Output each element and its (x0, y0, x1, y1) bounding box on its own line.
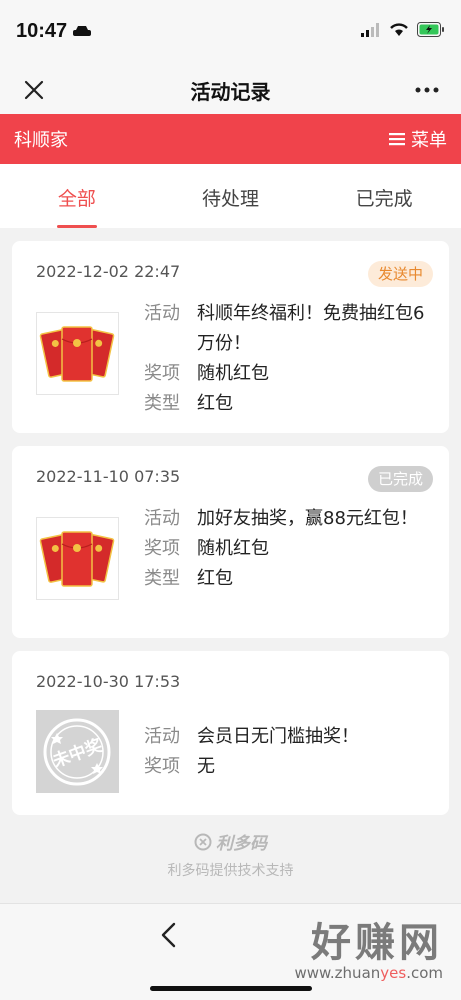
activity-value: 会员日无门槛抽奖！ (197, 726, 359, 747)
page-title: 活动记录 (190, 80, 271, 104)
status-bar: 10:47 (0, 0, 461, 66)
record-date: 2022-12-02 22:47 (36, 262, 181, 281)
record-date: 2022-11-10 07:35 (36, 467, 181, 486)
footer-logo: 利多码 (0, 829, 461, 854)
activity-label: 活动 (144, 303, 180, 324)
menu-label: 菜单 (411, 130, 447, 151)
footer-logo-text: 利多码 (216, 834, 267, 854)
prize-value: 随机红包 (197, 538, 269, 559)
type-value: 红包 (197, 393, 233, 414)
red-envelope-thumbnail (36, 312, 119, 395)
status-time: 10:47 (16, 20, 68, 42)
watermark-url-suffix: .com (406, 964, 443, 982)
lidoma-logo-icon (194, 833, 212, 850)
battery-charging-icon (417, 22, 444, 37)
red-envelope-thumbnail (36, 517, 119, 600)
watermark-title: 好赚网 (311, 920, 443, 966)
brand-bar: 科顺家 菜单 (0, 114, 461, 164)
no-prize-stamp-icon: 未中奖 (43, 718, 111, 786)
type-value: 红包 (197, 568, 233, 589)
type-label: 类型 (144, 393, 180, 414)
record-date: 2022-10-30 17:53 (36, 672, 181, 691)
activity-label: 活动 (144, 726, 180, 747)
tab-bar: 全部 待处理 已完成 (0, 164, 461, 228)
cellular-signal-icon (361, 22, 379, 37)
red-envelope-icon (39, 326, 115, 382)
activity-value: 科顺年终福利！免费抽红包6万份！ (197, 303, 425, 354)
wifi-icon (390, 23, 408, 36)
car-icon (73, 26, 91, 36)
red-envelope-icon (39, 531, 115, 587)
no-prize-thumbnail: 未中奖 (36, 710, 119, 793)
record-list: 2022-12-02 22:47 发送中 活动 科顺年终福利！免费抽红包6万份！ … (0, 228, 461, 815)
footer-support-text: 利多码提供技术支持 (167, 863, 294, 879)
record-info: 活动 科顺年终福利！免费抽红包6万份！ 奖项 随机红包 类型 红包 (144, 299, 431, 419)
prize-label: 奖项 (144, 538, 180, 559)
footer-attribution: 利多码 利多码提供技术支持 (0, 829, 461, 880)
watermark-url-accent: yes (380, 964, 407, 982)
menu-button[interactable]: 菜单 (389, 126, 447, 152)
brand-name: 科顺家 (14, 130, 68, 151)
status-badge: 已完成 (367, 466, 433, 492)
tab-all[interactable]: 全部 (0, 164, 154, 228)
home-indicator[interactable] (150, 986, 312, 991)
record-card[interactable]: 2022-12-02 22:47 发送中 活动 科顺年终福利！免费抽红包6万份！ … (12, 241, 449, 433)
watermark-url: www.zhuanyes.com (294, 964, 443, 982)
record-card[interactable]: 2022-10-30 17:53 未中奖 活动 会员日无门槛抽奖！ 奖项无 (12, 651, 449, 815)
status-badge: 发送中 (367, 261, 433, 287)
watermark-url-prefix: www.zhuan (294, 964, 381, 982)
record-info: 活动 加好友抽奖，赢88元红包！ 奖项 随机红包 类型 红包 (144, 504, 431, 594)
prize-label: 奖项 (144, 756, 180, 777)
activity-value: 加好友抽奖，赢88元红包！ (197, 508, 418, 529)
tab-completed[interactable]: 已完成 (307, 164, 461, 228)
prize-label: 奖项 (144, 363, 180, 384)
type-label: 类型 (144, 568, 180, 589)
tab-pending[interactable]: 待处理 (154, 164, 308, 228)
menu-icon (389, 133, 405, 146)
nav-bar: 活动记录 (0, 66, 461, 114)
record-info: 活动 会员日无门槛抽奖！ 奖项无 (144, 722, 431, 782)
watermark: 好赚网 www.zhuanyes.com (294, 910, 443, 982)
activity-label: 活动 (144, 508, 180, 529)
more-icon[interactable] (413, 80, 441, 100)
prize-value: 随机红包 (197, 363, 269, 384)
back-arrow-icon[interactable] (158, 922, 180, 948)
record-card[interactable]: 2022-11-10 07:35 已完成 活动 加好友抽奖，赢88元红包！ 奖项随… (12, 446, 449, 638)
prize-value: 无 (197, 756, 215, 777)
bottom-toolbar: 好赚网 www.zhuanyes.com (0, 903, 461, 1000)
